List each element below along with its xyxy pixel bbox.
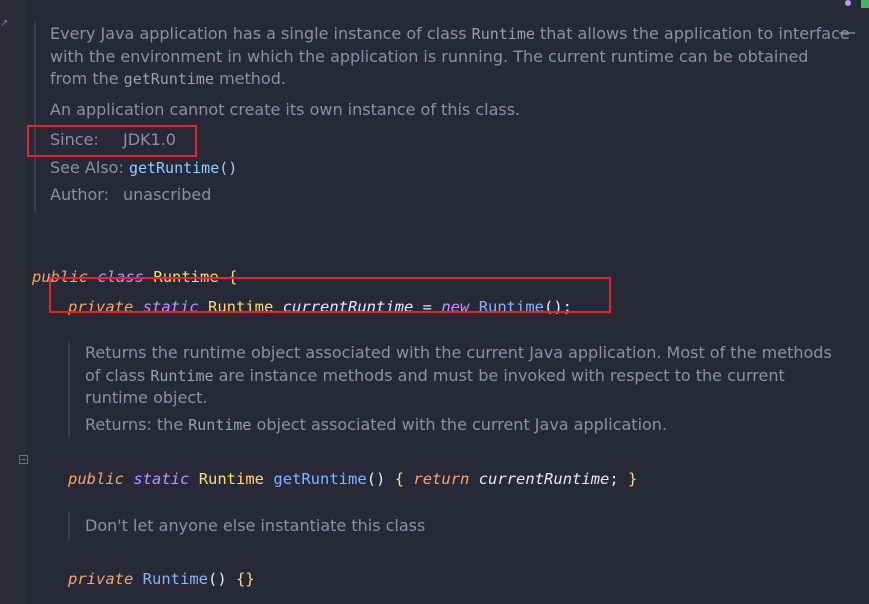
keyword: return: [413, 470, 470, 488]
text-span: object associated with the current Java …: [251, 414, 668, 434]
method-declaration: public static Runtime getRuntime() { ret…: [68, 452, 637, 488]
highlight-box-since: [27, 125, 197, 157]
text-span: Every Java application has a single inst…: [50, 24, 472, 43]
marker-badge-icon: [861, 0, 869, 8]
keyword: static: [133, 470, 190, 488]
brace: }: [628, 470, 638, 488]
text-span: method.: [213, 69, 286, 88]
punctuation: (): [208, 570, 236, 588]
text-span: Returns: the: [85, 414, 189, 434]
see-also-link[interactable]: getRuntime(): [129, 159, 237, 177]
constructor-declaration: private Runtime() {}: [68, 552, 255, 588]
class-javadoc: Every Java application has a single inst…: [34, 22, 850, 212]
returns-row: Returns: the Runtime object associated w…: [85, 414, 835, 437]
fold-marker-icon[interactable]: −: [19, 455, 28, 464]
type-name: Runtime: [198, 470, 265, 488]
javadoc-paragraph: Every Java application has a single inst…: [50, 22, 850, 91]
field-name: currentRuntime: [478, 470, 610, 488]
constructor-comment: Don't let anyone else instantiate this c…: [68, 512, 685, 540]
punctuation: (): [366, 470, 395, 488]
javadoc-paragraph: Returns the runtime object associated wi…: [85, 342, 835, 410]
author-label: Author:: [50, 185, 109, 204]
highlight-box-field: [49, 277, 611, 313]
code-span: Runtime: [188, 415, 252, 434]
javadoc-paragraph: An application cannot create its own ins…: [50, 99, 521, 119]
status-dot-icon: [845, 0, 851, 6]
brace: {}: [236, 570, 255, 588]
punctuation: ;: [609, 470, 629, 488]
method-javadoc: Returns the runtime object associated wi…: [68, 342, 835, 437]
brace: {: [394, 470, 405, 488]
code-span: Runtime: [150, 366, 214, 385]
code-span: getRuntime: [123, 70, 214, 88]
keyword: public: [68, 470, 124, 488]
author-row: Author: unascribed: [50, 184, 850, 207]
constructor-name: Runtime: [142, 570, 208, 588]
comment-text: Don't let anyone else instantiate this c…: [85, 516, 426, 535]
editor-gutter: − ↗: [0, 0, 28, 604]
author-value: unascribed: [123, 185, 212, 204]
code-span: Runtime: [471, 25, 535, 43]
see-also-label: See Also:: [50, 157, 124, 177]
pin-icon: ↗: [0, 18, 9, 29]
method-name: getRuntime: [273, 470, 367, 488]
see-also-row: See Also: getRuntime(): [50, 157, 850, 180]
keyword: private: [68, 570, 134, 588]
